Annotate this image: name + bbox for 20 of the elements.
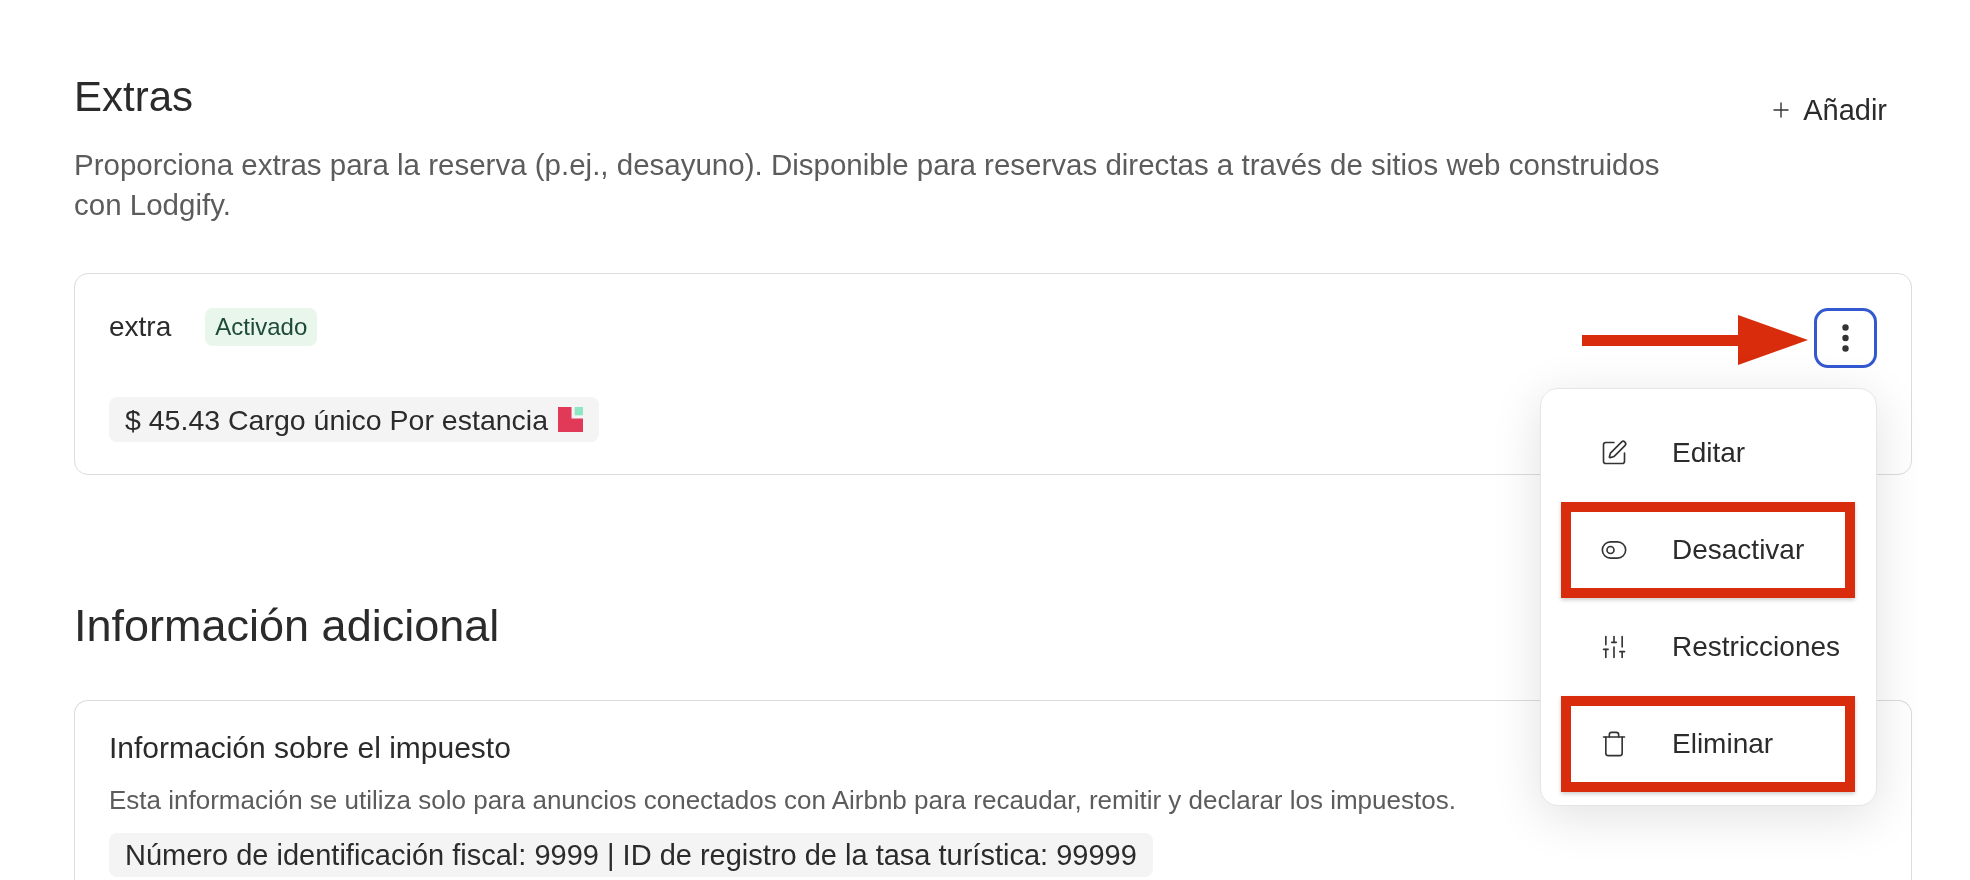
section-description: Proporciona extras para la reserva (p.ej., desayuno). Disponible para reservas directas a través de sitios web construidos con Lodgify. — [74, 147, 1661, 223]
section-title: Extras — [74, 72, 194, 122]
card-description: Esta información se utiliza solo para anuncios conectados con Airbnb para recaudar, remitir y declarar los impuestos. — [109, 784, 1456, 817]
menu-item[interactable]: Restricciones — [1561, 599, 1855, 695]
sliders-icon — [1600, 633, 1628, 661]
menu-item[interactable]: Editar — [1561, 405, 1855, 501]
menu-item[interactable]: Eliminar — [1561, 696, 1855, 792]
extra-name: extra — [109, 310, 172, 344]
more-options-button[interactable] — [1814, 308, 1877, 368]
price-text: $ 45.43 Cargo único Por estancia — [125, 402, 549, 437]
kebab-icon — [1842, 324, 1849, 352]
add-button[interactable]: Añadir — [1769, 92, 1887, 128]
logo-icon — [558, 407, 584, 432]
section-title: Información adicional — [74, 600, 500, 652]
card-title: Información sobre el impuesto — [109, 730, 511, 766]
tax-details-chip: Número de identificación fiscal: 9999 | ID de registro de la tasa turística: 99999 — [109, 833, 1153, 877]
pencil-square-icon — [1600, 439, 1628, 467]
menu-item[interactable]: Desactivar — [1561, 502, 1855, 598]
trash-icon — [1600, 730, 1628, 758]
status-badge: Activado — [205, 308, 318, 346]
